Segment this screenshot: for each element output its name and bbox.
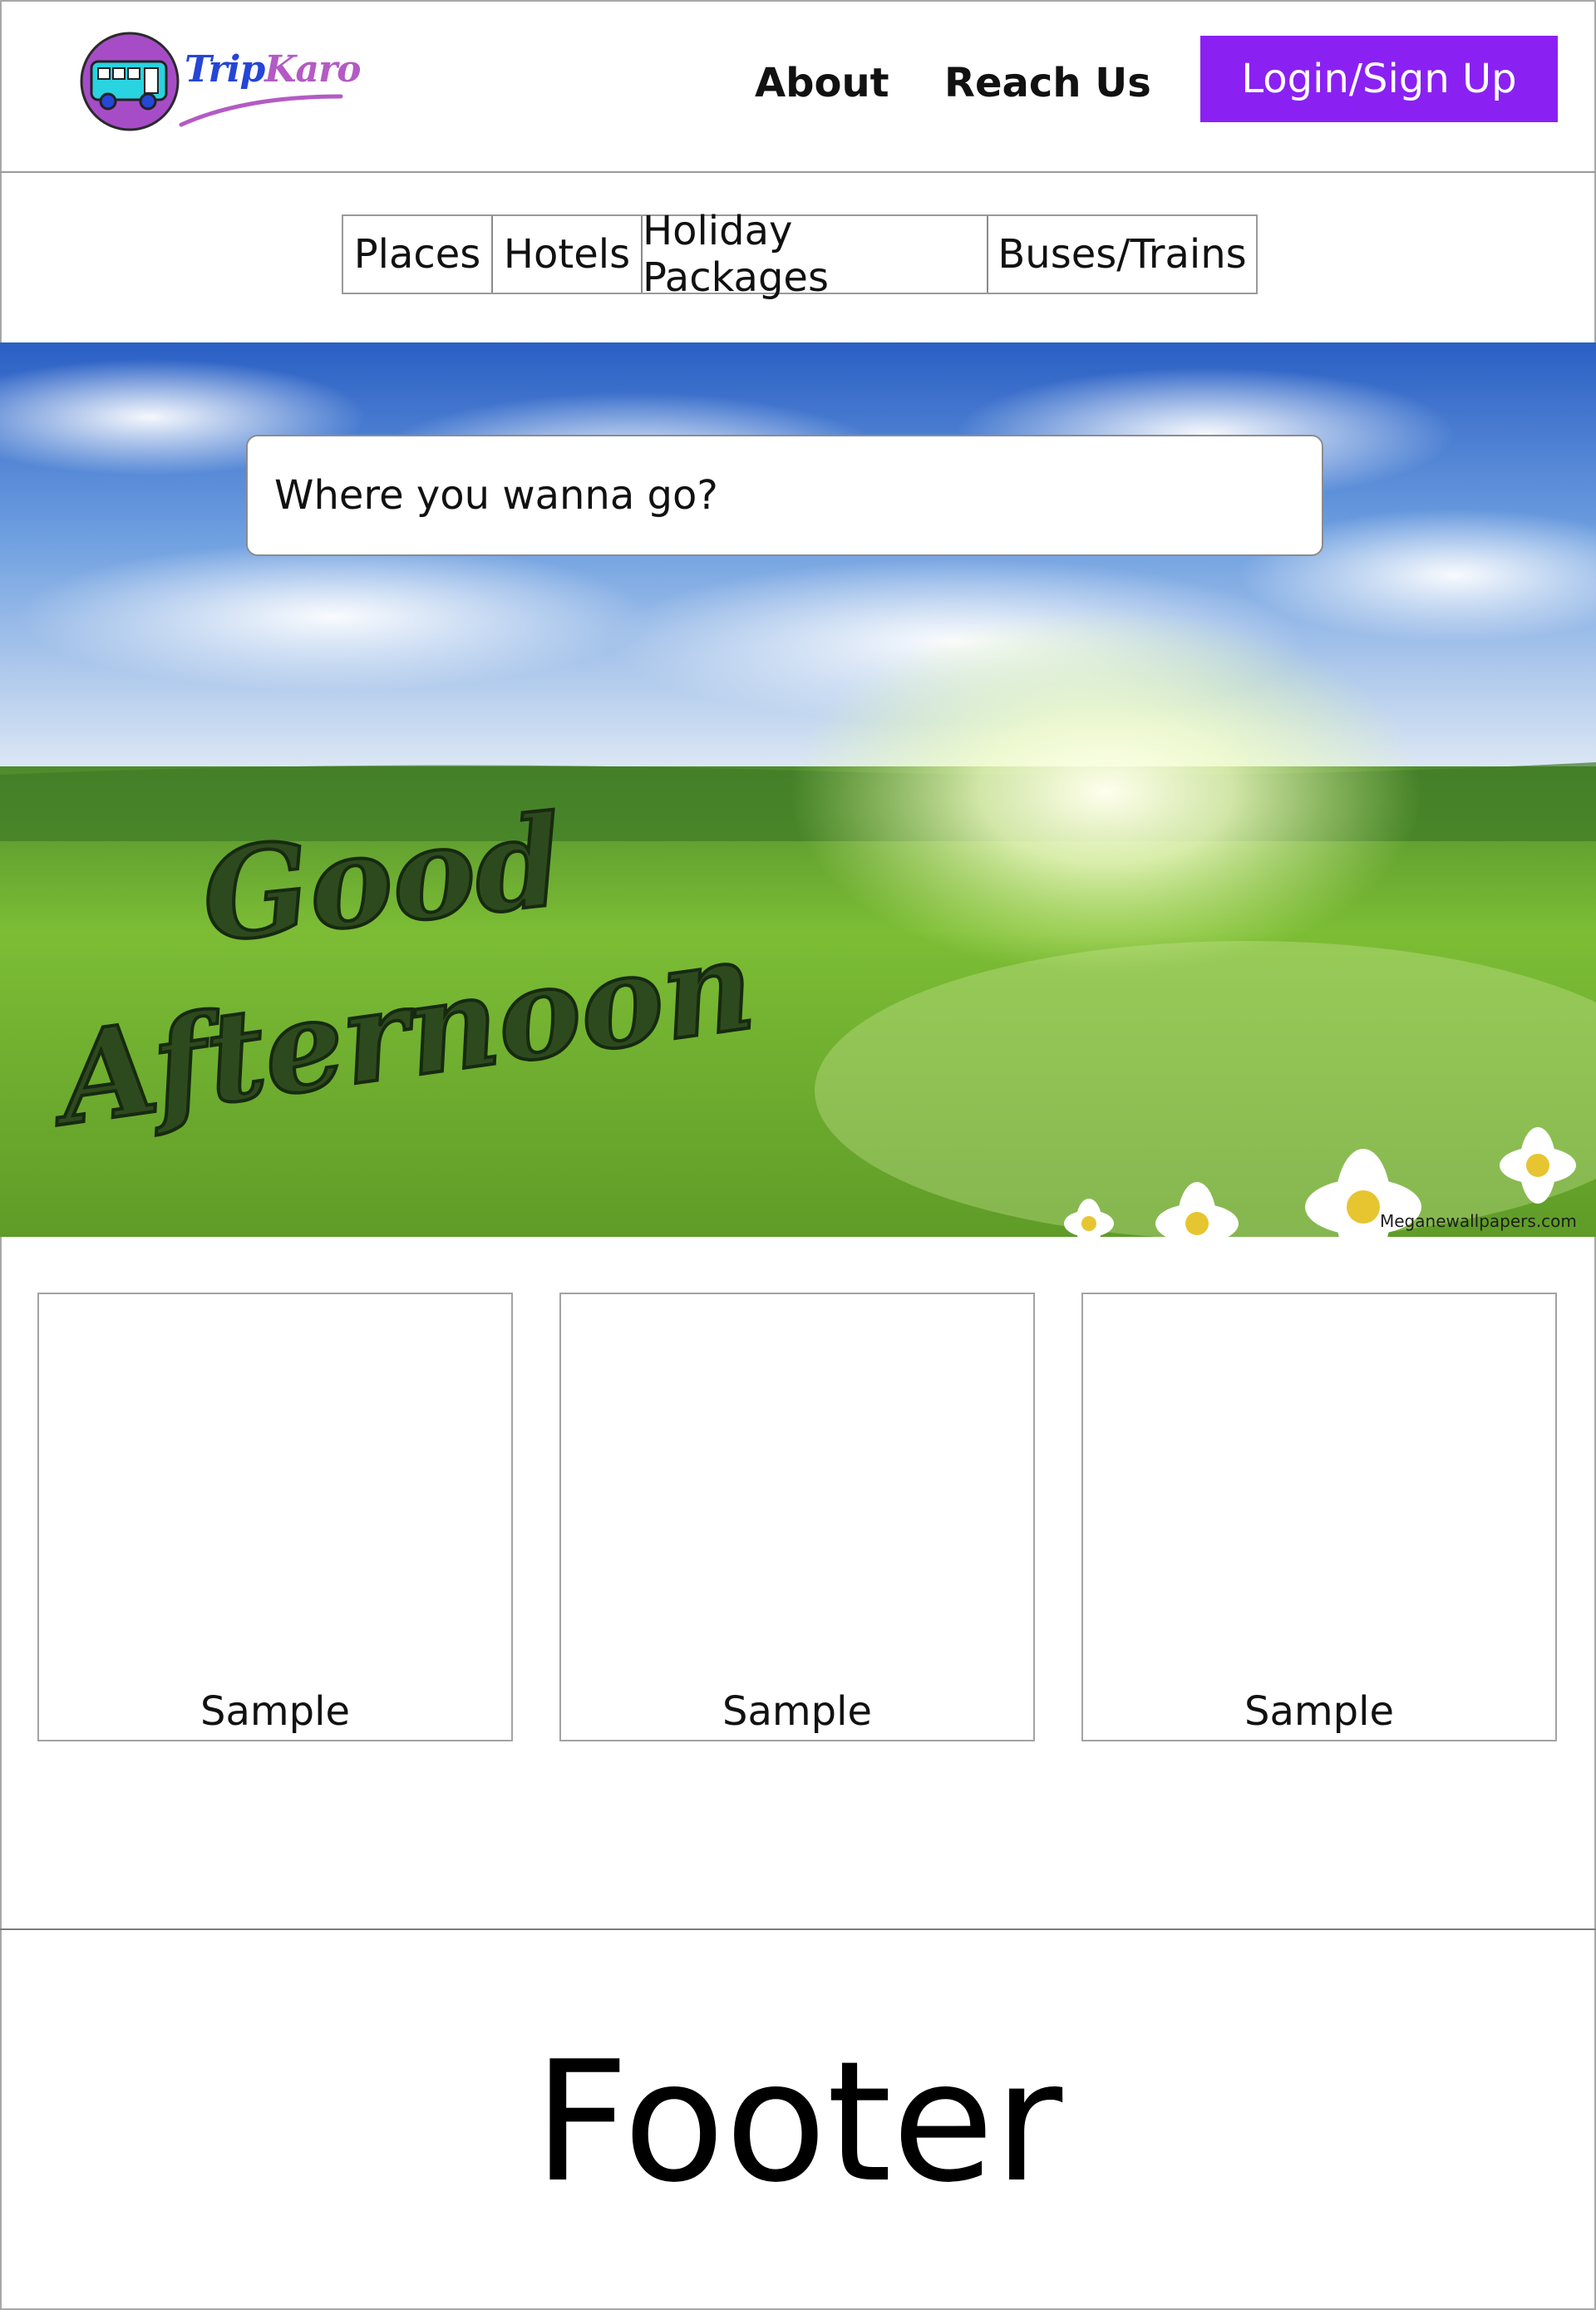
tab-places[interactable]: Places <box>343 216 493 293</box>
nav-reach-us-link[interactable]: Reach Us <box>944 60 1151 106</box>
brand-name: TripKaro <box>185 48 361 91</box>
brand-name-part1: Trip <box>185 48 265 91</box>
header: TripKaro About Reach Us Login/Sign Up <box>0 0 1596 173</box>
footer: Footer <box>0 1928 1596 2310</box>
brand-logo[interactable]: TripKaro <box>78 30 361 138</box>
sample-card[interactable]: Sample <box>1081 1293 1557 1741</box>
login-signup-button[interactable]: Login/Sign Up <box>1200 36 1558 122</box>
footer-label: Footer <box>533 2026 1063 2219</box>
hero-banner: Good Afternoon Meganewallpapers.com <box>0 342 1596 1237</box>
sample-card-label: Sample <box>200 1688 350 1735</box>
category-tabs: Places Hotels Holiday Packages Buses/Tra… <box>342 208 1258 301</box>
tab-buses-trains[interactable]: Buses/Trains <box>988 216 1256 293</box>
brand-swoosh <box>179 94 343 127</box>
bus-icon <box>80 32 180 131</box>
sample-card-label: Sample <box>722 1688 872 1735</box>
nav-about-link[interactable]: About <box>755 60 889 106</box>
tab-holiday-packages[interactable]: Holiday Packages <box>643 208 988 301</box>
tab-hotels[interactable]: Hotels <box>493 216 643 293</box>
brand-name-part2: Karo <box>264 48 361 91</box>
sample-card-label: Sample <box>1244 1688 1394 1735</box>
sample-card[interactable]: Sample <box>37 1293 513 1741</box>
image-watermark: Meganewallpapers.com <box>1380 1211 1577 1231</box>
destination-search-input[interactable] <box>246 435 1323 556</box>
sample-card[interactable]: Sample <box>559 1293 1035 1741</box>
